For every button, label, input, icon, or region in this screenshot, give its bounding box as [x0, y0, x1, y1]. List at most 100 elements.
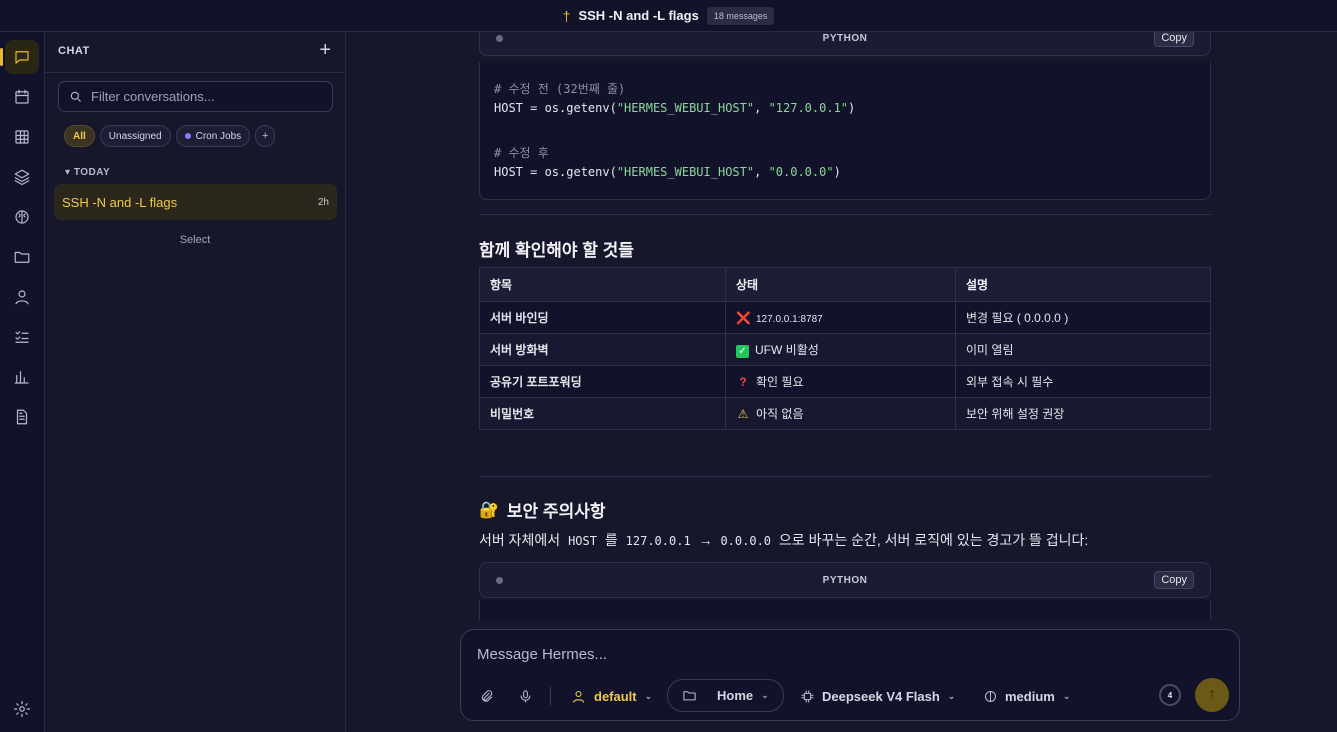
table-cell: ⚠ 아직 없음: [725, 397, 956, 430]
table-cell: 서버 방화벽: [479, 333, 726, 366]
code-comment: # 수정 후: [494, 146, 549, 160]
nav-layers[interactable]: [5, 160, 39, 194]
code-language: PYTHON: [822, 32, 868, 44]
code-line: HOST = os.getenv("HERMES_WEBUI_HOST", "1…: [494, 101, 856, 115]
checklist-table: 항목 상태 설명 서버 바인딩 ❌ 127.0.0.1:8787 변경 필요 ( …: [479, 267, 1211, 430]
brain-icon: [15, 210, 29, 224]
column-header: 항목: [479, 267, 726, 302]
nav-docs[interactable]: [5, 400, 39, 434]
copy-button[interactable]: Copy: [1154, 571, 1194, 589]
code-comment: # 수정 전 (32번째 줄): [494, 82, 626, 96]
sidebar-heading: CHAT: [58, 45, 90, 57]
table-cell: 보안 위해 설정 권장: [955, 397, 1211, 430]
table-row: 서버 방화벽 ✓ UFW 비활성 이미 열림: [479, 333, 1211, 366]
document-icon: [16, 409, 28, 425]
add-chip-button[interactable]: +: [255, 125, 276, 147]
nav-rail: [0, 32, 45, 732]
table-cell: 비밀번호: [479, 397, 726, 430]
search-icon: [70, 91, 82, 102]
user-icon: [15, 290, 29, 305]
top-bar: † SSH -N and -L flags 18 messages: [0, 0, 1337, 32]
table-cell: 공유기 포트포워딩: [479, 365, 726, 398]
profile-selector[interactable]: default ⌄: [571, 684, 652, 708]
attach-button[interactable]: [479, 684, 494, 708]
column-header: 설명: [955, 267, 1211, 302]
divider: [479, 214, 1211, 215]
grid-icon: [15, 130, 29, 144]
table-row: 비밀번호 ⚠ 아직 없음 보안 위해 설정 권장: [479, 397, 1211, 430]
chip-unassigned[interactable]: Unassigned: [99, 125, 171, 147]
send-button[interactable]: ↑: [1195, 678, 1229, 712]
gear-icon: [13, 700, 31, 718]
nav-brain[interactable]: [5, 200, 39, 234]
copy-button[interactable]: Copy: [1154, 32, 1194, 47]
table-row: 공유기 포트포워딩 ? 확인 필요 외부 접속 시 필수: [479, 365, 1211, 398]
filter-box[interactable]: [58, 81, 333, 112]
divider: [45, 72, 345, 73]
nav-chat[interactable]: [0, 40, 39, 74]
chevron-down-icon: ⌄: [947, 690, 956, 701]
code-block-header: PYTHON Copy: [479, 32, 1211, 56]
conversation-title: SSH -N and -L flags: [578, 8, 699, 23]
select-button[interactable]: Select: [45, 234, 345, 246]
bar-chart-icon: [14, 371, 29, 384]
nav-calendar[interactable]: [5, 80, 39, 114]
group-today[interactable]: ▾ TODAY: [65, 167, 110, 178]
mic-button[interactable]: [518, 684, 533, 708]
conversation-item[interactable]: SSH -N and -L flags 2h: [54, 184, 337, 220]
workspace-selector[interactable]: Home ⌄: [667, 679, 784, 712]
code-block: # 수정 전 (32번째 줄) HOST = os.getenv("HERMES…: [479, 62, 1211, 200]
code-dot-icon: [496, 34, 503, 42]
user-icon: [572, 690, 585, 703]
message-input[interactable]: [477, 646, 1177, 663]
filter-input[interactable]: [91, 89, 321, 104]
section-heading: 함께 확인해야 할 것들: [479, 241, 634, 260]
folder-icon: [683, 691, 696, 701]
table-cell: 서버 바인딩: [479, 301, 726, 334]
check-icon: ✓: [736, 345, 749, 358]
nav-folder[interactable]: [5, 240, 39, 274]
chip-cron-label: Cron Jobs: [195, 130, 242, 142]
chevron-down-icon: ⌄: [1062, 690, 1071, 701]
chevron-down-icon: ⌄: [644, 690, 653, 701]
paperclip-icon: [481, 689, 493, 702]
code-language: PYTHON: [822, 574, 868, 586]
folder-icon: [14, 251, 30, 263]
lock-icon: 🔐: [479, 501, 499, 519]
model-selector[interactable]: Deepseek V4 Flash ⌄: [800, 684, 955, 708]
nav-grid[interactable]: [5, 120, 39, 154]
nav-user[interactable]: [5, 280, 39, 314]
conversation-item-time: 2h: [317, 196, 329, 208]
nav-tasks[interactable]: [5, 320, 39, 354]
table-cell: 이미 열림: [955, 333, 1211, 366]
chip-all[interactable]: All: [64, 125, 95, 147]
effort-selector[interactable]: medium ⌄: [983, 684, 1070, 708]
table-row: 서버 바인딩 ❌ 127.0.0.1:8787 변경 필요 ( 0.0.0.0 ): [479, 301, 1211, 334]
calendar-icon: [15, 89, 29, 104]
checklist-icon: [15, 331, 29, 343]
arrow-up-icon: ↑: [1208, 686, 1216, 703]
message-composer: default ⌄ Home ⌄ Deepseek V4 Flash ⌄ med…: [460, 629, 1240, 721]
chip-icon: [801, 689, 814, 703]
table-header-row: 항목 상태 설명: [479, 267, 1211, 302]
nav-analytics[interactable]: [5, 360, 39, 394]
filter-chips: All Unassigned Cron Jobs +: [64, 125, 276, 147]
chip-cron-jobs[interactable]: Cron Jobs: [175, 125, 251, 147]
warning-icon: ⚠: [737, 407, 749, 421]
question-icon: ?: [739, 375, 747, 389]
microphone-icon: [520, 689, 531, 703]
chevron-down-icon: ⌄: [761, 690, 769, 700]
layers-icon: [14, 169, 30, 186]
table-cell: ✓ UFW 비활성: [725, 333, 956, 366]
code-block-header: PYTHON Copy: [479, 562, 1211, 598]
context-usage-indicator[interactable]: 4: [1159, 684, 1181, 706]
table-cell: ❌ 127.0.0.1:8787: [725, 301, 956, 334]
nav-settings[interactable]: [5, 692, 39, 726]
new-chat-button[interactable]: +: [319, 40, 331, 60]
conversation-item-title: SSH -N and -L flags: [62, 194, 178, 210]
cron-dot-icon: [184, 133, 191, 139]
message-count-badge: 18 messages: [706, 6, 775, 25]
security-heading: 🔐 보안 주의사항: [479, 501, 606, 522]
divider: [479, 476, 1211, 477]
security-paragraph: 서버 자체에서 HOST 를 127.0.0.1 → 0.0.0.0 으로 바꾸…: [479, 532, 1089, 548]
